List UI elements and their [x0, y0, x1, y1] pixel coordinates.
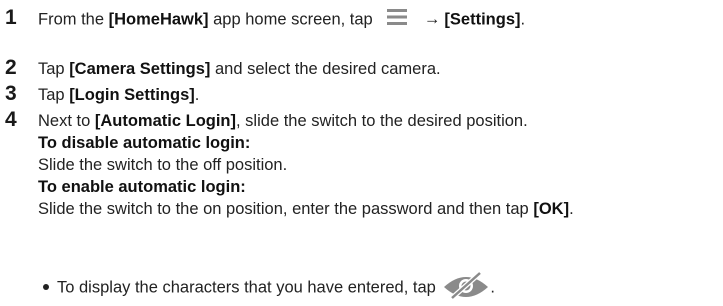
ok-label: [OK]	[533, 200, 570, 218]
step-text-prefix: Next to	[38, 112, 95, 130]
step-number: 2	[5, 56, 17, 79]
note-suffix: .	[490, 278, 495, 297]
setting-name: [Automatic Login]	[94, 112, 237, 130]
enable-text-suffix: .	[569, 200, 574, 218]
step-text-prefix: From the	[38, 10, 109, 29]
step-number: 3	[5, 82, 17, 105]
app-name: [HomeHawk]	[108, 10, 209, 29]
note-bullet: To display the characters that you have …	[43, 270, 495, 306]
note-text: To display the characters that you have …	[57, 278, 441, 297]
step-number: 4	[5, 108, 17, 131]
step-text: Tap [Login Settings].	[38, 84, 723, 106]
step-text-suffix: , slide the switch to the desired positi…	[236, 112, 528, 130]
step-text: Tap [Camera Settings] and select the des…	[38, 58, 723, 80]
step-text: From the [HomeHawk] app home screen, tap…	[38, 8, 723, 32]
step-text-prefix: Tap	[38, 86, 70, 104]
disable-text: Slide the switch to the off position.	[38, 156, 288, 174]
step-text: Next to [Automatic Login], slide the swi…	[38, 110, 723, 220]
hamburger-menu-icon	[385, 8, 409, 32]
step-text-suffix: .	[194, 86, 200, 104]
step-text-suffix: and select the desired camera.	[210, 60, 441, 78]
enable-text: Slide the switch to the on position, ent…	[38, 198, 723, 220]
bullet-dot	[43, 284, 49, 290]
eye-hidden-icon	[442, 270, 490, 306]
disable-heading: To disable automatic login:	[38, 134, 251, 152]
step-text-prefix: Tap	[38, 60, 70, 78]
arrow-glyph: →	[423, 10, 441, 29]
step-text-suffix: .	[520, 10, 526, 29]
step-number: 1	[5, 6, 17, 29]
step-text-middle: app home screen, tap	[208, 10, 378, 29]
menu-target: [Settings]	[444, 10, 521, 29]
step-4-intro: Next to [Automatic Login], slide the swi…	[38, 110, 723, 132]
menu-target: [Login Settings]	[69, 86, 195, 104]
enable-text-prefix: Slide the switch to the on position, ent…	[38, 200, 534, 218]
menu-target: [Camera Settings]	[69, 60, 211, 78]
instruction-page: 1 From the [HomeHawk] app home screen, t…	[0, 0, 723, 300]
enable-heading: To enable automatic login:	[38, 178, 246, 196]
